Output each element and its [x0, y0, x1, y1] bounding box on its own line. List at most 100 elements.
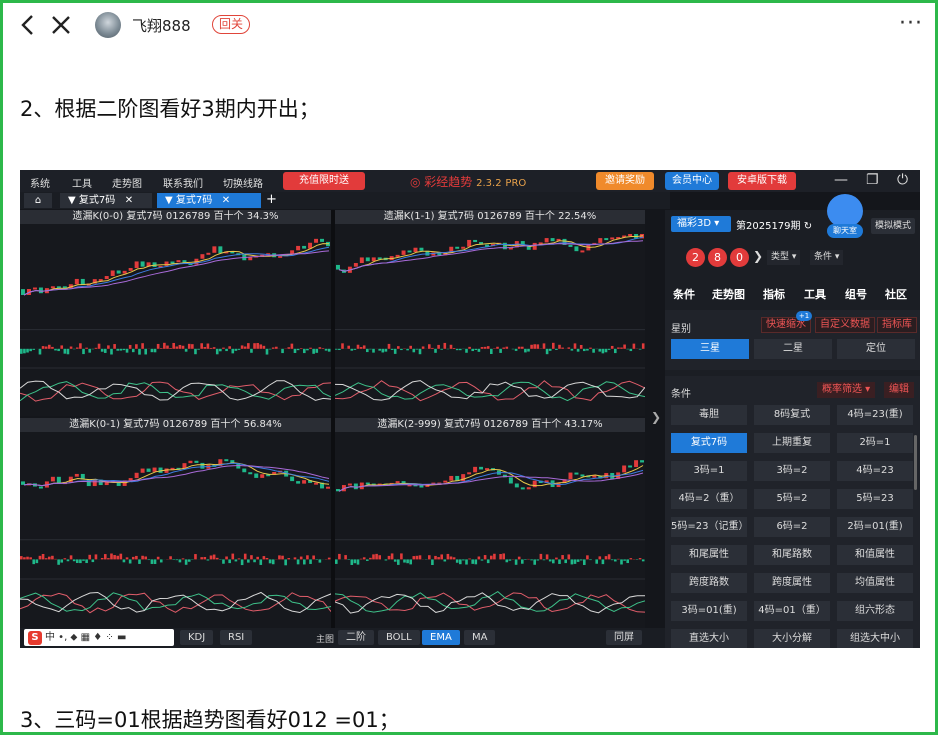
username[interactable]: 飞翔888	[132, 15, 191, 36]
condition-button[interactable]: 大小分解	[754, 629, 830, 648]
power-icon[interactable]: ⏻	[897, 172, 908, 188]
menu-item-system[interactable]: 系统	[30, 175, 50, 190]
tab-compound-2[interactable]: ▼ 复式7码 ✕	[157, 193, 261, 208]
recharge-button[interactable]: 充值限时送	[283, 172, 365, 190]
histogram-bar	[524, 348, 527, 353]
histogram-bar	[393, 348, 397, 354]
histogram-bar	[197, 348, 200, 350]
condition-button[interactable]: 6码=2	[754, 517, 830, 537]
type-dropdown[interactable]: 类型 ▾	[767, 250, 801, 265]
menu-item-switch-line[interactable]: 切换线路	[223, 175, 263, 190]
simulation-mode-button[interactable]: 模拟模式	[871, 218, 915, 234]
member-center-button[interactable]: 会员中心	[665, 172, 719, 190]
condition-button[interactable]: 直选大小	[671, 629, 747, 648]
more-icon[interactable]: ···	[899, 11, 923, 36]
invite-reward-button[interactable]: 邀请奖励	[596, 172, 654, 190]
condition-button[interactable]: 4码=23	[837, 461, 913, 481]
histogram-bar	[47, 344, 51, 349]
lottery-select[interactable]: 福彩3D ▾	[671, 216, 731, 232]
condition-button[interactable]: 上期重复	[754, 433, 830, 453]
nav-indicators[interactable]: 指标	[763, 286, 785, 302]
tab-close-icon[interactable]: ✕	[125, 195, 133, 206]
histogram-bar	[356, 344, 360, 349]
main-ma-button[interactable]: MA	[464, 630, 496, 645]
candle	[104, 276, 109, 280]
condition-button[interactable]: 3码=1	[671, 461, 747, 481]
condition-button[interactable]: 3码=01(重)	[671, 601, 747, 621]
condition-button[interactable]: 跨度路数	[671, 573, 747, 593]
tab-close-icon[interactable]: ✕	[222, 195, 230, 206]
main-boll-button[interactable]: BOLL	[378, 630, 420, 645]
nav-community[interactable]: 社区	[885, 286, 907, 302]
chart-panel-2-999[interactable]: 遗漏K(2-999) 复式7码 0126789 百十个 43.17%	[335, 418, 645, 628]
condition-dropdown[interactable]: 条件 ▾	[810, 250, 844, 265]
histogram-bar	[228, 559, 231, 564]
nav-conditions[interactable]: 条件	[673, 286, 695, 302]
collapse-arrow-icon[interactable]: ❯	[651, 410, 663, 430]
chart-panel-1-1[interactable]: 遗漏K(1-1) 复式7码 0126789 百十个 22.54%	[335, 210, 645, 416]
condition-button[interactable]: 跨度属性	[754, 573, 830, 593]
indicator-kdj-button[interactable]: KDJ	[180, 630, 214, 645]
next-arrow-icon[interactable]: ❯	[753, 249, 763, 263]
histogram-bar	[598, 348, 602, 352]
condition-button[interactable]: 和值属性	[837, 545, 913, 565]
main-ema-button[interactable]: EMA	[422, 630, 460, 645]
back-icon[interactable]	[17, 13, 39, 37]
histogram-bar	[583, 348, 586, 352]
probability-filter-dropdown[interactable]: 概率筛选 ▾	[817, 382, 876, 398]
candle	[419, 485, 424, 488]
histogram-bar	[548, 559, 552, 562]
chart-panel-0-1[interactable]: 遗漏K(0-1) 复式7码 0126789 百十个 56.84%	[20, 418, 331, 628]
nav-trend[interactable]: 走势图	[712, 286, 745, 302]
condition-button[interactable]: 8码复式	[754, 405, 830, 425]
condition-scrollbar[interactable]	[914, 435, 917, 490]
condition-button[interactable]: 5码=23	[837, 489, 913, 509]
condition-button[interactable]: 4码=23(重)	[837, 405, 913, 425]
condition-button[interactable]: 2码=1	[837, 433, 913, 453]
condition-button[interactable]: 5码=2	[754, 489, 830, 509]
condition-button[interactable]: 4码=01（重）	[754, 601, 830, 621]
condition-button[interactable]: 和尾路数	[754, 545, 830, 565]
refresh-icon[interactable]: ↻	[804, 221, 812, 232]
star-option-three[interactable]: 三星	[671, 339, 749, 359]
chat-mascot-icon[interactable]	[827, 194, 863, 228]
restore-icon[interactable]: ❐	[866, 172, 879, 188]
android-download-button[interactable]: 安卓版下载	[728, 172, 796, 190]
menu-item-trend[interactable]: 走势图	[112, 175, 142, 190]
star-option-position[interactable]: 定位	[837, 339, 915, 359]
condition-button[interactable]: 组选大中小	[837, 629, 913, 648]
follow-back-button[interactable]: 回关	[212, 15, 251, 34]
edit-conditions-button[interactable]: 编辑	[884, 382, 914, 398]
paragraph-1: 2、根据二阶图看好3期内开出；	[20, 97, 320, 121]
chat-room-label[interactable]: 聊天室	[827, 224, 863, 238]
panel-divider[interactable]	[331, 210, 335, 630]
index-library-button[interactable]: 指标库	[877, 317, 917, 333]
minimize-icon[interactable]: —	[834, 172, 848, 188]
menu-item-contact[interactable]: 联系我们	[163, 175, 203, 190]
histogram-bar	[131, 556, 135, 560]
star-option-two[interactable]: 二星	[754, 339, 832, 359]
add-tab-button[interactable]: +	[266, 192, 277, 207]
sync-screen-button[interactable]: 同屏	[606, 630, 642, 645]
condition-button[interactable]: 4码=2（重）	[671, 489, 747, 509]
condition-button[interactable]: 5码=23（记重）	[671, 517, 748, 537]
avatar[interactable]	[95, 12, 121, 38]
condition-button[interactable]: 组六形态	[837, 601, 913, 621]
condition-button[interactable]: 均值属性	[837, 573, 913, 593]
close-icon[interactable]	[49, 13, 73, 37]
condition-button[interactable]: 2码=01(重)	[837, 517, 913, 537]
chart-panel-0-0[interactable]: 遗漏K(0-0) 复式7码 0126789 百十个 34.3%	[20, 210, 331, 416]
home-icon[interactable]: ⌂	[24, 193, 52, 208]
condition-button[interactable]: 复式7码	[671, 433, 747, 453]
menu-item-tools[interactable]: 工具	[72, 175, 92, 190]
nav-group[interactable]: 组号	[845, 286, 867, 302]
nav-tools[interactable]: 工具	[804, 286, 826, 302]
condition-button[interactable]: 3码=2	[754, 461, 830, 481]
tab-compound-1[interactable]: ▼ 复式7码 ✕	[60, 193, 152, 208]
ime-toolbar[interactable]: S中 •, ⬥ ▦ ♦ ⁘ ▬	[24, 629, 174, 646]
condition-button[interactable]: 和尾属性	[671, 545, 747, 565]
indicator-rsi-button[interactable]: RSI	[220, 630, 253, 645]
main-second-order-button[interactable]: 二阶	[338, 630, 374, 645]
condition-button[interactable]: 毒胆	[671, 405, 747, 425]
custom-data-button[interactable]: 自定义数据	[815, 317, 875, 333]
